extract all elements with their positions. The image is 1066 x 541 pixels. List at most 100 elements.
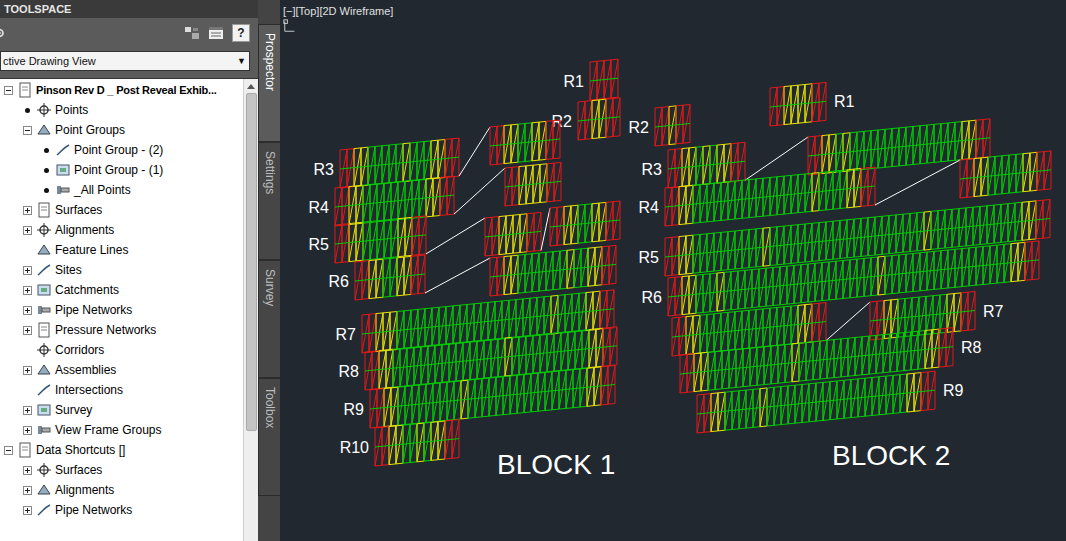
view-dropdown[interactable]: ctive Drawing View▼	[0, 51, 250, 71]
tree-node-icon	[36, 202, 52, 218]
collapse-icon[interactable]	[4, 446, 13, 455]
toggle-view-icon[interactable]	[184, 25, 200, 41]
row-centerline	[668, 161, 745, 169]
row-centerline	[960, 170, 1051, 179]
row-centerline	[485, 231, 541, 237]
tree-item[interactable]: Surfaces	[0, 460, 243, 480]
expand-icon[interactable]	[23, 306, 32, 315]
panel-row	[672, 292, 975, 357]
expander-slot[interactable]	[22, 105, 33, 116]
tree-item[interactable]: Pinson Rev D _ Post Reveal Exhib...	[0, 80, 243, 100]
tree-item[interactable]: _All Points	[0, 180, 243, 200]
expander-slot[interactable]	[22, 425, 33, 436]
tree-item[interactable]: Feature Lines	[0, 240, 243, 260]
settings-icon[interactable]	[0, 25, 10, 41]
tree-item[interactable]: Pressure Networks	[0, 320, 243, 340]
viewport-label[interactable]: [−][Top][2D Wireframe]	[283, 5, 393, 17]
tree-node-icon	[36, 262, 52, 278]
expander-slot[interactable]	[22, 305, 33, 316]
side-tabs: ProspectorSettingsSurveyToolbox	[258, 0, 280, 541]
tree-item[interactable]: Alignments	[0, 220, 243, 240]
expand-icon[interactable]	[23, 486, 32, 495]
tree-item[interactable]: Alignments	[0, 480, 243, 500]
collapse-icon[interactable]	[4, 86, 13, 95]
row-label: R3	[642, 161, 663, 178]
tree-node-icon	[36, 362, 52, 378]
tree-item[interactable]: Data Shortcuts []	[0, 440, 243, 460]
expander-slot[interactable]	[41, 185, 52, 196]
expander-slot[interactable]	[22, 405, 33, 416]
tree-item[interactable]: View Frame Groups	[0, 420, 243, 440]
item-view-icon[interactable]	[208, 25, 224, 41]
expander-slot[interactable]	[22, 285, 33, 296]
viewport[interactable]: [−][Top][2D Wireframe]R1R2R3R4R5R6R7R8R9…	[280, 0, 1066, 541]
row-centerline	[370, 385, 615, 410]
panel-row	[590, 59, 618, 100]
expand-icon[interactable]	[23, 326, 32, 335]
tree-item[interactable]: Pipe Networks	[0, 500, 243, 520]
tree-item[interactable]: Corridors	[0, 340, 243, 360]
tree-item[interactable]: Surfaces	[0, 200, 243, 220]
tree-node-icon	[55, 142, 71, 158]
side-tab[interactable]: Survey	[258, 260, 280, 378]
tree-item[interactable]: Point Group - (1)	[0, 160, 243, 180]
tree-item[interactable]: Point Groups	[0, 120, 243, 140]
expander-slot[interactable]	[22, 345, 33, 356]
expander-slot[interactable]	[22, 205, 33, 216]
connector-line	[875, 160, 960, 205]
expand-icon[interactable]	[23, 406, 32, 415]
tree-node-icon	[36, 222, 52, 238]
tree-label: Pressure Networks	[55, 323, 156, 337]
expander-slot[interactable]	[22, 365, 33, 376]
expand-icon[interactable]	[23, 426, 32, 435]
expand-icon[interactable]	[23, 226, 32, 235]
collapse-icon[interactable]	[23, 126, 32, 135]
tree-node-icon	[55, 162, 71, 178]
side-tab[interactable]: Settings	[258, 142, 280, 260]
expand-icon[interactable]	[23, 206, 32, 215]
expander-slot[interactable]	[41, 165, 52, 176]
tree-item[interactable]: Sites	[0, 260, 243, 280]
tree-item[interactable]: Pipe Networks	[0, 300, 243, 320]
tree-item[interactable]: Points	[0, 100, 243, 120]
tree-item[interactable]: Point Group - (2)	[0, 140, 243, 160]
expander-slot[interactable]	[41, 145, 52, 156]
tree-item[interactable]: Intersections	[0, 380, 243, 400]
expander-slot[interactable]	[22, 265, 33, 276]
expand-icon[interactable]	[23, 366, 32, 375]
expander-slot[interactable]	[22, 505, 33, 516]
expand-icon[interactable]	[23, 466, 32, 475]
scroll-thumb[interactable]	[246, 93, 257, 431]
expander-slot[interactable]	[22, 225, 33, 236]
expander-slot[interactable]	[3, 85, 14, 96]
expander-slot[interactable]	[22, 465, 33, 476]
tree-label: Surfaces	[55, 203, 102, 217]
row-label: R6	[642, 289, 663, 306]
expander-slot[interactable]	[22, 325, 33, 336]
row-centerline	[335, 235, 426, 244]
dropdown-arrow[interactable]: ▼	[237, 56, 246, 66]
expander-slot[interactable]	[22, 485, 33, 496]
side-tab[interactable]: Toolbox	[258, 378, 280, 496]
row-centerline	[665, 219, 1050, 258]
expander-slot[interactable]	[3, 445, 14, 456]
panel-row	[370, 366, 615, 429]
tree-node-icon	[36, 122, 52, 138]
side-tab[interactable]: Prospector	[258, 24, 280, 142]
help-button[interactable]: ?	[232, 24, 250, 42]
scrollbar[interactable]	[243, 79, 258, 541]
expander-slot[interactable]	[22, 245, 33, 256]
panel-row	[340, 120, 560, 188]
tree-item[interactable]: Assemblies	[0, 360, 243, 380]
scroll-up-icon[interactable]	[247, 84, 255, 89]
panel-row	[365, 327, 617, 390]
row-label: R3	[314, 161, 335, 178]
expand-icon[interactable]	[23, 286, 32, 295]
tree-item[interactable]: Catchments	[0, 280, 243, 300]
row-centerline	[808, 138, 990, 156]
expander-slot[interactable]	[22, 125, 33, 136]
expand-icon[interactable]	[23, 266, 32, 275]
tree-item[interactable]: Survey	[0, 400, 243, 420]
expand-icon[interactable]	[23, 506, 32, 515]
expander-slot[interactable]	[22, 385, 33, 396]
